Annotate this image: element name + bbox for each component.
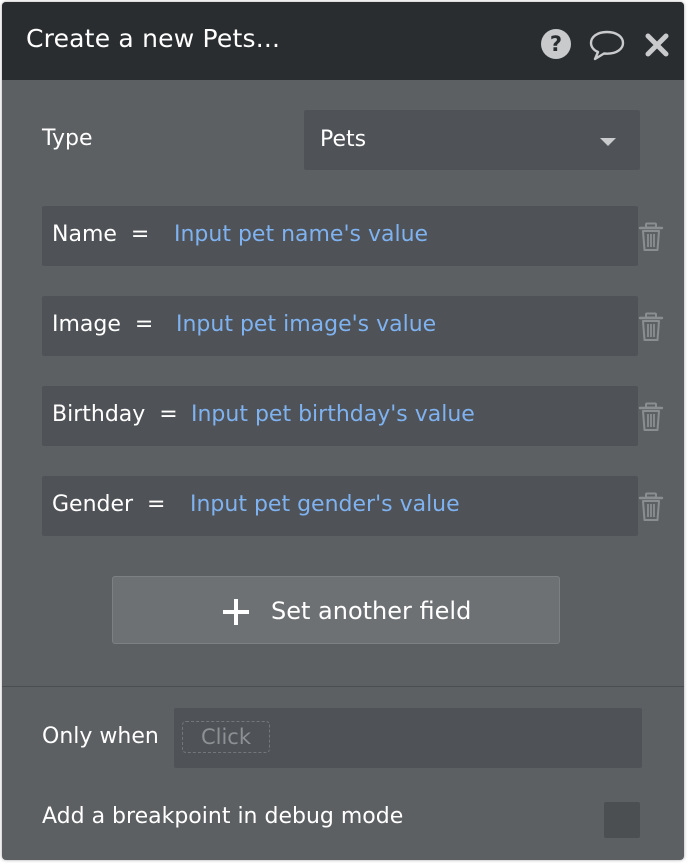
close-icon[interactable] xyxy=(644,32,670,58)
type-dropdown[interactable]: Pets xyxy=(304,110,640,170)
type-label: Type xyxy=(42,126,93,151)
only-when-label: Only when xyxy=(42,724,159,749)
type-dropdown-value: Pets xyxy=(320,127,367,152)
comment-icon[interactable] xyxy=(588,29,626,61)
field-name: Image = xyxy=(52,312,154,337)
breakpoint-checkbox[interactable] xyxy=(604,802,640,838)
field-name: Gender = xyxy=(52,492,166,517)
field-row-image[interactable]: Image = Input pet image's value xyxy=(42,296,638,356)
trash-icon[interactable] xyxy=(638,492,664,522)
only-when-click-placeholder[interactable]: Click xyxy=(182,721,270,753)
section-divider xyxy=(2,686,684,687)
trash-icon[interactable] xyxy=(638,222,664,252)
field-value-expression[interactable]: Input pet gender's value xyxy=(190,492,460,517)
trash-icon[interactable] xyxy=(638,312,664,342)
field-value-expression[interactable]: Input pet image's value xyxy=(176,312,436,337)
trash-icon[interactable] xyxy=(638,402,664,432)
plus-icon xyxy=(223,599,249,625)
field-value-expression[interactable]: Input pet name's value xyxy=(174,222,428,247)
panel-title: Create a new Pets... xyxy=(26,24,281,53)
svg-text:?: ? xyxy=(550,32,562,56)
only-when-condition-field[interactable]: Click xyxy=(174,708,642,768)
panel-header: Create a new Pets... ? xyxy=(2,2,684,80)
field-row-birthday[interactable]: Birthday = Input pet birthday's value xyxy=(42,386,638,446)
set-another-field-button[interactable]: Set another field xyxy=(112,576,560,644)
dropdown-caret-icon xyxy=(600,138,616,146)
field-value-expression[interactable]: Input pet birthday's value xyxy=(191,402,475,427)
create-thing-panel: Create a new Pets... ? Type Pets Name = … xyxy=(2,2,684,860)
field-row-name[interactable]: Name = Input pet name's value xyxy=(42,206,638,266)
set-another-field-label: Set another field xyxy=(271,597,472,625)
field-name: Name = xyxy=(52,222,150,247)
help-icon[interactable]: ? xyxy=(540,28,572,60)
breakpoint-label: Add a breakpoint in debug mode xyxy=(42,804,404,829)
field-name: Birthday = xyxy=(52,402,178,427)
field-row-gender[interactable]: Gender = Input pet gender's value xyxy=(42,476,638,536)
